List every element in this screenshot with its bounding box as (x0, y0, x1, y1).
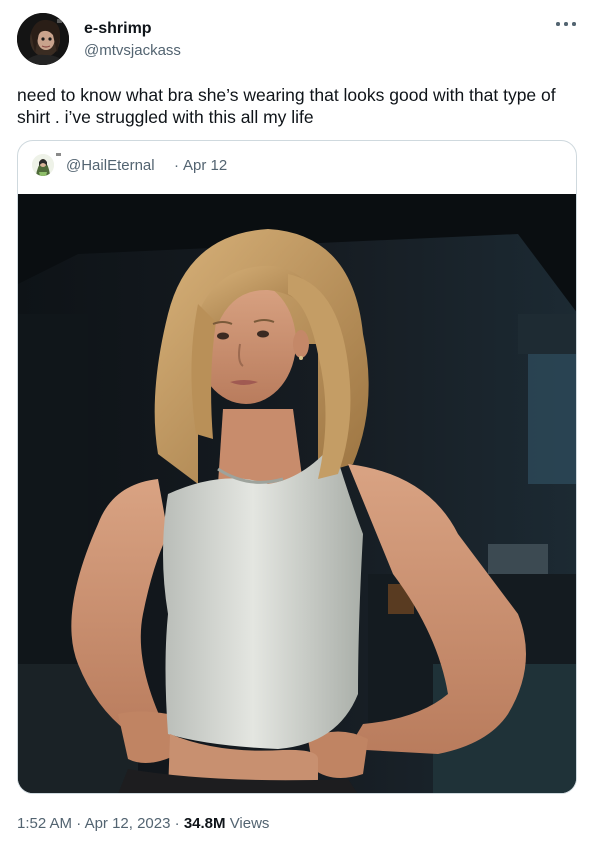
photo-woman-white-tank-top (18, 194, 576, 793)
views-count[interactable]: 34.8M (184, 815, 226, 832)
quoted-separator: · (174, 157, 179, 174)
more-dot (564, 22, 568, 26)
quoted-avatar[interactable] (32, 154, 54, 176)
author-name[interactable]: e-shrimp (84, 19, 152, 39)
more-dot (556, 22, 560, 26)
quoted-media-image[interactable] (18, 194, 576, 793)
more-dot (572, 22, 576, 26)
tweet-meta: 1:52 AM · Apr 12, 2023 · 34.8M Views (17, 814, 269, 834)
tweet-time[interactable]: 1:52 AM (17, 815, 72, 832)
quoted-tweet[interactable]: @HailEternal · Apr 12 (17, 140, 577, 794)
quoted-avatar-photo (32, 154, 54, 176)
views-label: Views (229, 815, 270, 832)
quoted-handle[interactable]: @HailEternal (66, 156, 155, 176)
meta-separator: · (76, 815, 82, 832)
avatar[interactable] (17, 13, 69, 65)
quoted-badge-icon (56, 153, 61, 156)
more-horizontal-icon[interactable] (553, 16, 579, 32)
tweet: e-shrimp @mtvsjackass need to know what … (0, 0, 592, 844)
tweet-text: need to know what bra she’s wearing that… (17, 85, 561, 127)
avatar-photo (17, 13, 69, 65)
author-handle[interactable]: @mtvsjackass (84, 41, 181, 61)
tweet-date[interactable]: Apr 12, 2023 (85, 815, 171, 832)
meta-separator: · (174, 815, 180, 832)
quoted-date[interactable]: Apr 12 (183, 156, 227, 176)
